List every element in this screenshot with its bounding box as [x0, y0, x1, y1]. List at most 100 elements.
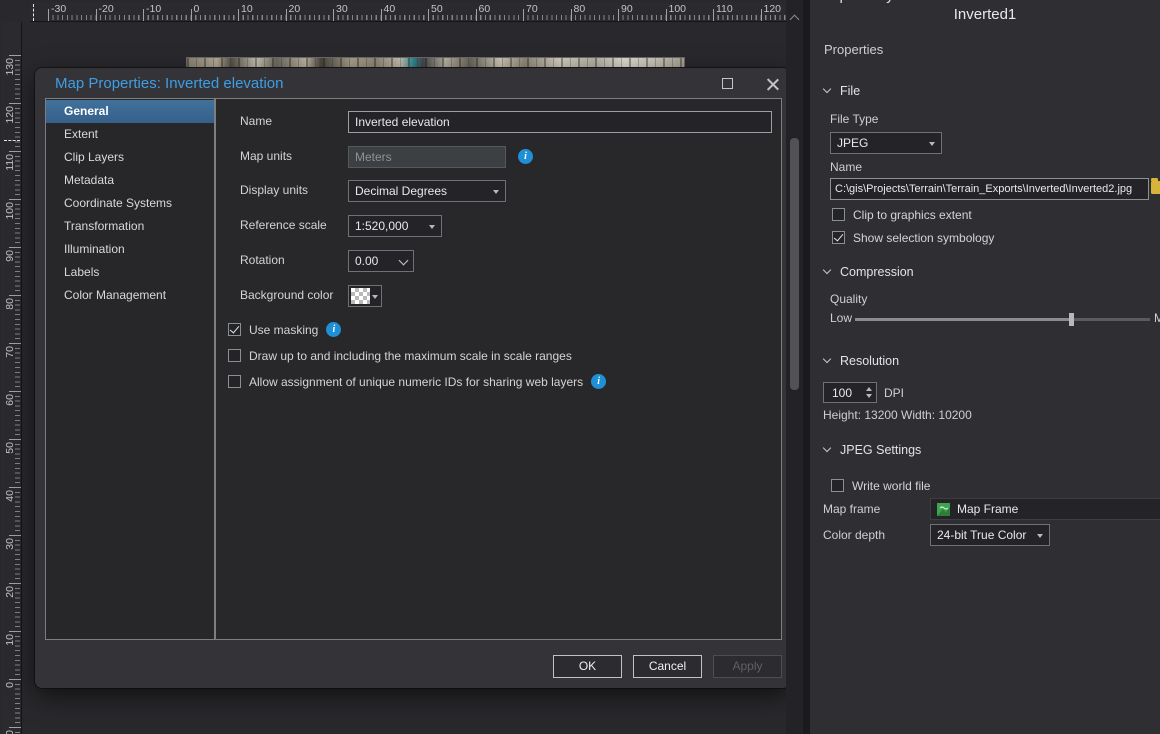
map-frame-dropdown[interactable]: Map Frame: [930, 498, 1160, 520]
ruler-major-tick: [9, 295, 21, 296]
world-file-checkbox[interactable]: [831, 479, 844, 492]
dropdown-arrow-icon: [929, 142, 935, 146]
ruler-label: 70: [4, 346, 16, 358]
no-color-swatch: [351, 288, 370, 304]
dialog-tab[interactable]: Coordinate Systems: [46, 192, 214, 215]
file-name-label: Name: [830, 160, 862, 174]
dialog-tab-label: Labels: [64, 265, 99, 279]
background-color-picker[interactable]: [348, 285, 382, 307]
ruler-minor-ticks: [48, 15, 786, 20]
dialog-tab[interactable]: General: [46, 100, 214, 123]
ruler-label: 10: [241, 3, 253, 15]
dialog-tab[interactable]: Illumination: [46, 238, 214, 261]
collapse-chevron-icon: [823, 444, 831, 452]
ruler-label: 40: [4, 490, 16, 502]
dialog-button[interactable]: OK: [553, 655, 622, 678]
dialog-tab[interactable]: Labels: [46, 261, 214, 284]
option-row: Allow assignment of unique numeric IDs f…: [228, 374, 606, 389]
ruler-major-tick: [9, 247, 21, 248]
dialog-tab-label: Illumination: [64, 242, 125, 256]
display-units-dropdown[interactable]: Decimal Degrees: [348, 180, 506, 202]
spinner-down-icon[interactable]: [866, 394, 872, 398]
quality-slider[interactable]: [855, 318, 1150, 321]
color-depth-dropdown[interactable]: 24-bit True Color: [930, 524, 1050, 546]
dialog-tab-label: Transformation: [64, 219, 144, 233]
scroll-up-icon[interactable]: [790, 15, 800, 25]
ruler-horizontal: -30 -20 -10 0 10 20: [30, 2, 786, 22]
ruler-label: -10: [4, 730, 16, 734]
option-checkbox[interactable]: [228, 375, 241, 388]
option-checkbox[interactable]: [228, 323, 241, 336]
dialog-tab[interactable]: Clip Layers: [46, 146, 214, 169]
clip-extent-checkbox[interactable]: [832, 208, 845, 221]
option-row: Draw up to and including the maximum sca…: [228, 348, 572, 363]
ruler-major-tick: [9, 151, 21, 152]
properties-tab[interactable]: Properties: [824, 42, 883, 57]
ruler-major-tick: [523, 9, 524, 21]
close-button[interactable]: [757, 74, 787, 94]
ruler-major-tick: [9, 103, 21, 104]
file-path-input[interactable]: [830, 178, 1149, 200]
dialog-button[interactable]: Cancel: [633, 655, 702, 678]
info-icon[interactable]: i: [518, 149, 533, 164]
selection-symbology-label: Show selection symbology: [853, 231, 994, 245]
export-item-name: Inverted1: [810, 6, 1160, 23]
dialog-tab[interactable]: Transformation: [46, 215, 214, 238]
dialog-tab-label: Coordinate Systems: [64, 196, 172, 210]
selection-symbology-checkbox[interactable]: [832, 231, 845, 244]
ruler-label: 120: [764, 3, 782, 15]
reference-scale-dropdown[interactable]: 1:520,000: [348, 215, 442, 237]
dialog-tab[interactable]: Color Management: [46, 284, 214, 307]
ruler-major-tick: [286, 9, 287, 21]
option-label: Allow assignment of unique numeric IDs f…: [249, 375, 583, 389]
ruler-major-tick: [666, 9, 667, 21]
ruler-major-tick: [333, 9, 334, 21]
layout-vertical-scrollbar[interactable]: [786, 0, 803, 734]
dialog-tab-label: Color Management: [64, 288, 166, 302]
dialog-tab-label: Clip Layers: [64, 150, 124, 164]
option-label: Draw up to and including the maximum sca…: [249, 349, 572, 363]
dpi-spinner[interactable]: 100: [823, 382, 877, 403]
ruler-label: 30: [336, 3, 348, 15]
dropdown-arrow-icon: [493, 190, 499, 194]
info-icon[interactable]: i: [591, 374, 606, 389]
dialog-button[interactable]: Apply: [713, 655, 782, 678]
file-type-dropdown[interactable]: JPEG: [830, 132, 942, 154]
option-checkbox[interactable]: [228, 349, 241, 362]
ruler-major-tick: [9, 55, 21, 56]
ruler-label: 100: [4, 202, 16, 220]
collapse-chevron-icon: [823, 266, 831, 274]
ruler-major-tick: [476, 9, 477, 21]
scrollbar-thumb[interactable]: [790, 138, 799, 390]
name-label: Name: [240, 114, 272, 128]
ruler-major-tick: [381, 9, 382, 21]
ruler-label: 60: [4, 394, 16, 406]
ruler-major-tick: [618, 9, 619, 21]
ruler-label: 20: [289, 3, 301, 15]
rotation-combo[interactable]: 0.00: [348, 250, 414, 272]
pane-splitter[interactable]: [803, 0, 810, 734]
spinner-up-icon[interactable]: [866, 387, 872, 391]
ruler-cursor-marker: [4, 140, 20, 141]
collapse-chevron-icon: [823, 85, 831, 93]
ruler-major-tick: [9, 343, 21, 344]
ruler-label: -20: [99, 3, 114, 15]
ruler-label: 10: [4, 634, 16, 646]
map-name-input[interactable]: [348, 111, 772, 133]
display-units-label: Display units: [240, 183, 308, 197]
ruler-major-tick: [9, 535, 21, 536]
rotation-value: 0.00: [355, 254, 378, 268]
dialog-tab[interactable]: Extent: [46, 123, 214, 146]
dialog-tab[interactable]: Metadata: [46, 169, 214, 192]
quality-slider-handle[interactable]: [1069, 313, 1074, 326]
map-units-label: Map units: [240, 149, 292, 163]
ruler-label: -10: [146, 3, 161, 15]
info-icon[interactable]: i: [326, 322, 341, 337]
ruler-major-tick: [9, 583, 21, 584]
dropdown-arrow-icon: [372, 295, 378, 299]
ruler-cursor-marker: [33, 4, 34, 21]
ruler-label: 110: [716, 3, 733, 15]
dialog-tab-label: General: [64, 104, 109, 118]
maximize-button[interactable]: [713, 74, 743, 94]
browse-folder-icon[interactable]: [1151, 181, 1160, 194]
